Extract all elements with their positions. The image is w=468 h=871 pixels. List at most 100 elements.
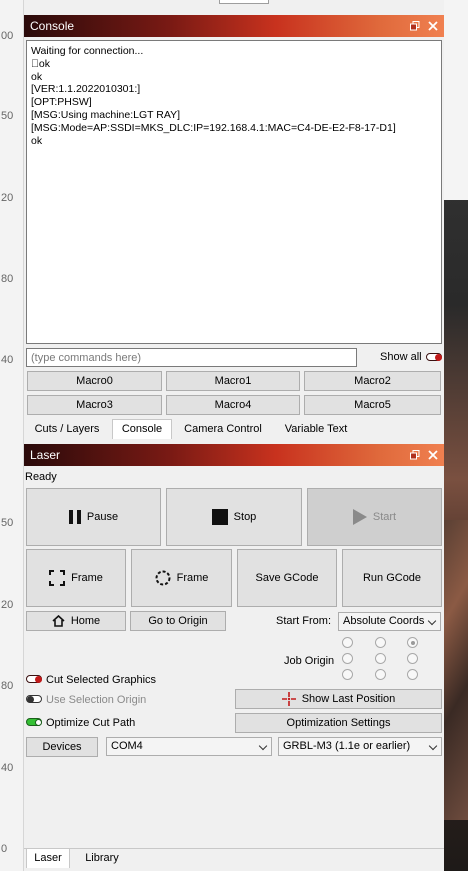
devices-button[interactable]: Devices: [26, 737, 98, 757]
optimize-cut-path-toggle[interactable]: [26, 718, 42, 726]
job-origin-radio-bottom-right[interactable]: [407, 669, 418, 680]
console-output[interactable]: Waiting for connection...  ok ok [VER:1.1.2…: [26, 40, 442, 344]
show-all-toggle[interactable]: [426, 353, 442, 361]
start-from-label: Start From:: [276, 615, 332, 627]
frame-circle-label: Frame: [176, 572, 209, 584]
tab-camera-control[interactable]: Camera Control: [176, 419, 270, 439]
port-select[interactable]: COM4: [106, 737, 272, 756]
console-line: [MSG:Using machine:LGT RAY]: [31, 108, 180, 121]
job-origin-label: Job Origin: [284, 655, 335, 667]
toolbar-field[interactable]: [219, 0, 269, 4]
job-origin-radio-middle-left[interactable]: [342, 653, 353, 664]
laser-title: Laser: [30, 448, 61, 462]
ruler-label: 20: [1, 192, 14, 204]
port-value: COM4: [111, 740, 143, 752]
macro1-button[interactable]: Macro1: [166, 371, 300, 391]
close-icon[interactable]: [428, 21, 438, 31]
optimization-settings-button[interactable]: Optimization Settings: [235, 713, 442, 733]
ruler-label: 50: [1, 110, 14, 122]
ruler-label: 50: [1, 517, 14, 529]
console-line:  ok: [31, 57, 50, 70]
console-title: Console: [30, 19, 75, 33]
close-icon[interactable]: [428, 450, 438, 460]
laser-title-bar[interactable]: Laser: [24, 444, 444, 466]
ruler-label: 0: [1, 843, 8, 855]
save-gcode-button[interactable]: Save GCode: [237, 549, 337, 607]
show-all-label: Show all: [380, 351, 422, 363]
macro5-button[interactable]: Macro5: [304, 395, 441, 415]
tab-cuts-layers[interactable]: Cuts / Layers: [26, 419, 108, 439]
tab-variable-text[interactable]: Variable Text: [274, 419, 358, 439]
frame-rect-icon: [49, 570, 66, 586]
job-origin-radio-top-center[interactable]: [375, 637, 386, 648]
background-strip: [444, 0, 468, 871]
macro2-button[interactable]: Macro2: [304, 371, 441, 391]
ruler-label: 40: [1, 762, 14, 774]
command-input[interactable]: [26, 348, 357, 367]
macro4-button[interactable]: Macro4: [166, 395, 300, 415]
ruler-label: 40: [1, 354, 14, 366]
device-value: GRBL-M3 (1.1e or earlier): [283, 740, 411, 752]
console-line: [OPT:PHSW]: [31, 96, 92, 109]
console-line: [MSG:Mode=AP:SSDI=MKS_DLC:IP=192.168.4.1…: [31, 121, 396, 134]
use-selection-origin-toggle[interactable]: [26, 695, 42, 703]
restore-icon[interactable]: [410, 450, 420, 460]
frame-circle-icon: [155, 570, 171, 586]
ruler-label: 80: [1, 273, 14, 285]
home-button[interactable]: Home: [26, 611, 126, 631]
frame-circle-button[interactable]: Frame: [131, 549, 232, 607]
bottom-tab-bar: Laser Library: [24, 848, 444, 871]
stop-button[interactable]: Stop: [166, 488, 302, 546]
device-select[interactable]: GRBL-M3 (1.1e or earlier): [278, 737, 442, 756]
show-last-position-button[interactable]: Show Last Position: [235, 689, 442, 709]
home-icon: [52, 615, 65, 627]
start-from-value: Absolute Coords: [343, 615, 425, 627]
job-origin-radio-bottom-center[interactable]: [375, 669, 386, 680]
go-to-origin-button[interactable]: Go to Origin: [130, 611, 226, 631]
crosshair-icon: [281, 692, 296, 706]
frame-rect-label: Frame: [71, 572, 103, 584]
start-label: Start: [372, 511, 397, 523]
console-line: ok: [31, 70, 43, 83]
tab-laser[interactable]: Laser: [26, 848, 70, 868]
use-selection-origin-label: Use Selection Origin: [46, 694, 147, 706]
cut-selected-toggle[interactable]: [26, 675, 42, 683]
chevron-down-icon: [427, 616, 437, 626]
chevron-down-icon: [258, 741, 268, 751]
stop-label: Stop: [233, 511, 257, 523]
pause-label: Pause: [86, 511, 119, 523]
console-title-bar[interactable]: Console: [24, 15, 444, 37]
console-line: ok: [31, 134, 43, 147]
pause-icon: [68, 510, 81, 524]
chevron-down-icon: [428, 741, 438, 751]
tab-library[interactable]: Library: [76, 848, 128, 868]
vertical-ruler: 00 50 20 80 40 50 20 80 40 0: [0, 0, 24, 871]
ruler-label: 20: [1, 599, 14, 611]
job-origin-radio-middle-center[interactable]: [375, 653, 386, 664]
upper-tab-bar: Cuts / Layers Console Camera Control Var…: [24, 419, 444, 439]
top-toolbar-remnant: [24, 0, 444, 14]
job-origin-radio-middle-right[interactable]: [407, 653, 418, 664]
macro3-button[interactable]: Macro3: [27, 395, 162, 415]
ruler-label: 80: [1, 680, 14, 692]
pause-button[interactable]: Pause: [26, 488, 161, 546]
tab-console[interactable]: Console: [112, 419, 172, 439]
laser-status: Ready: [25, 471, 57, 483]
start-from-select[interactable]: Absolute Coords: [338, 612, 441, 631]
show-last-position-label: Show Last Position: [301, 693, 396, 705]
cut-selected-label: Cut Selected Graphics: [46, 674, 157, 686]
run-gcode-button[interactable]: Run GCode: [342, 549, 442, 607]
stop-icon: [211, 509, 228, 525]
macro0-button[interactable]: Macro0: [27, 371, 162, 391]
start-button[interactable]: Start: [307, 488, 442, 546]
restore-icon[interactable]: [410, 21, 420, 31]
job-origin-radio-top-right[interactable]: [407, 637, 418, 648]
console-line: [VER:1.1.2022010301:]: [31, 83, 141, 96]
console-line: Waiting for connection...: [31, 45, 144, 57]
job-origin-radio-bottom-left[interactable]: [342, 669, 353, 680]
optimize-cut-path-label: Optimize Cut Path: [46, 717, 136, 729]
play-icon: [352, 509, 367, 525]
ruler-label: 00: [1, 30, 14, 42]
frame-rect-button[interactable]: Frame: [26, 549, 126, 607]
job-origin-radio-top-left[interactable]: [342, 637, 353, 648]
